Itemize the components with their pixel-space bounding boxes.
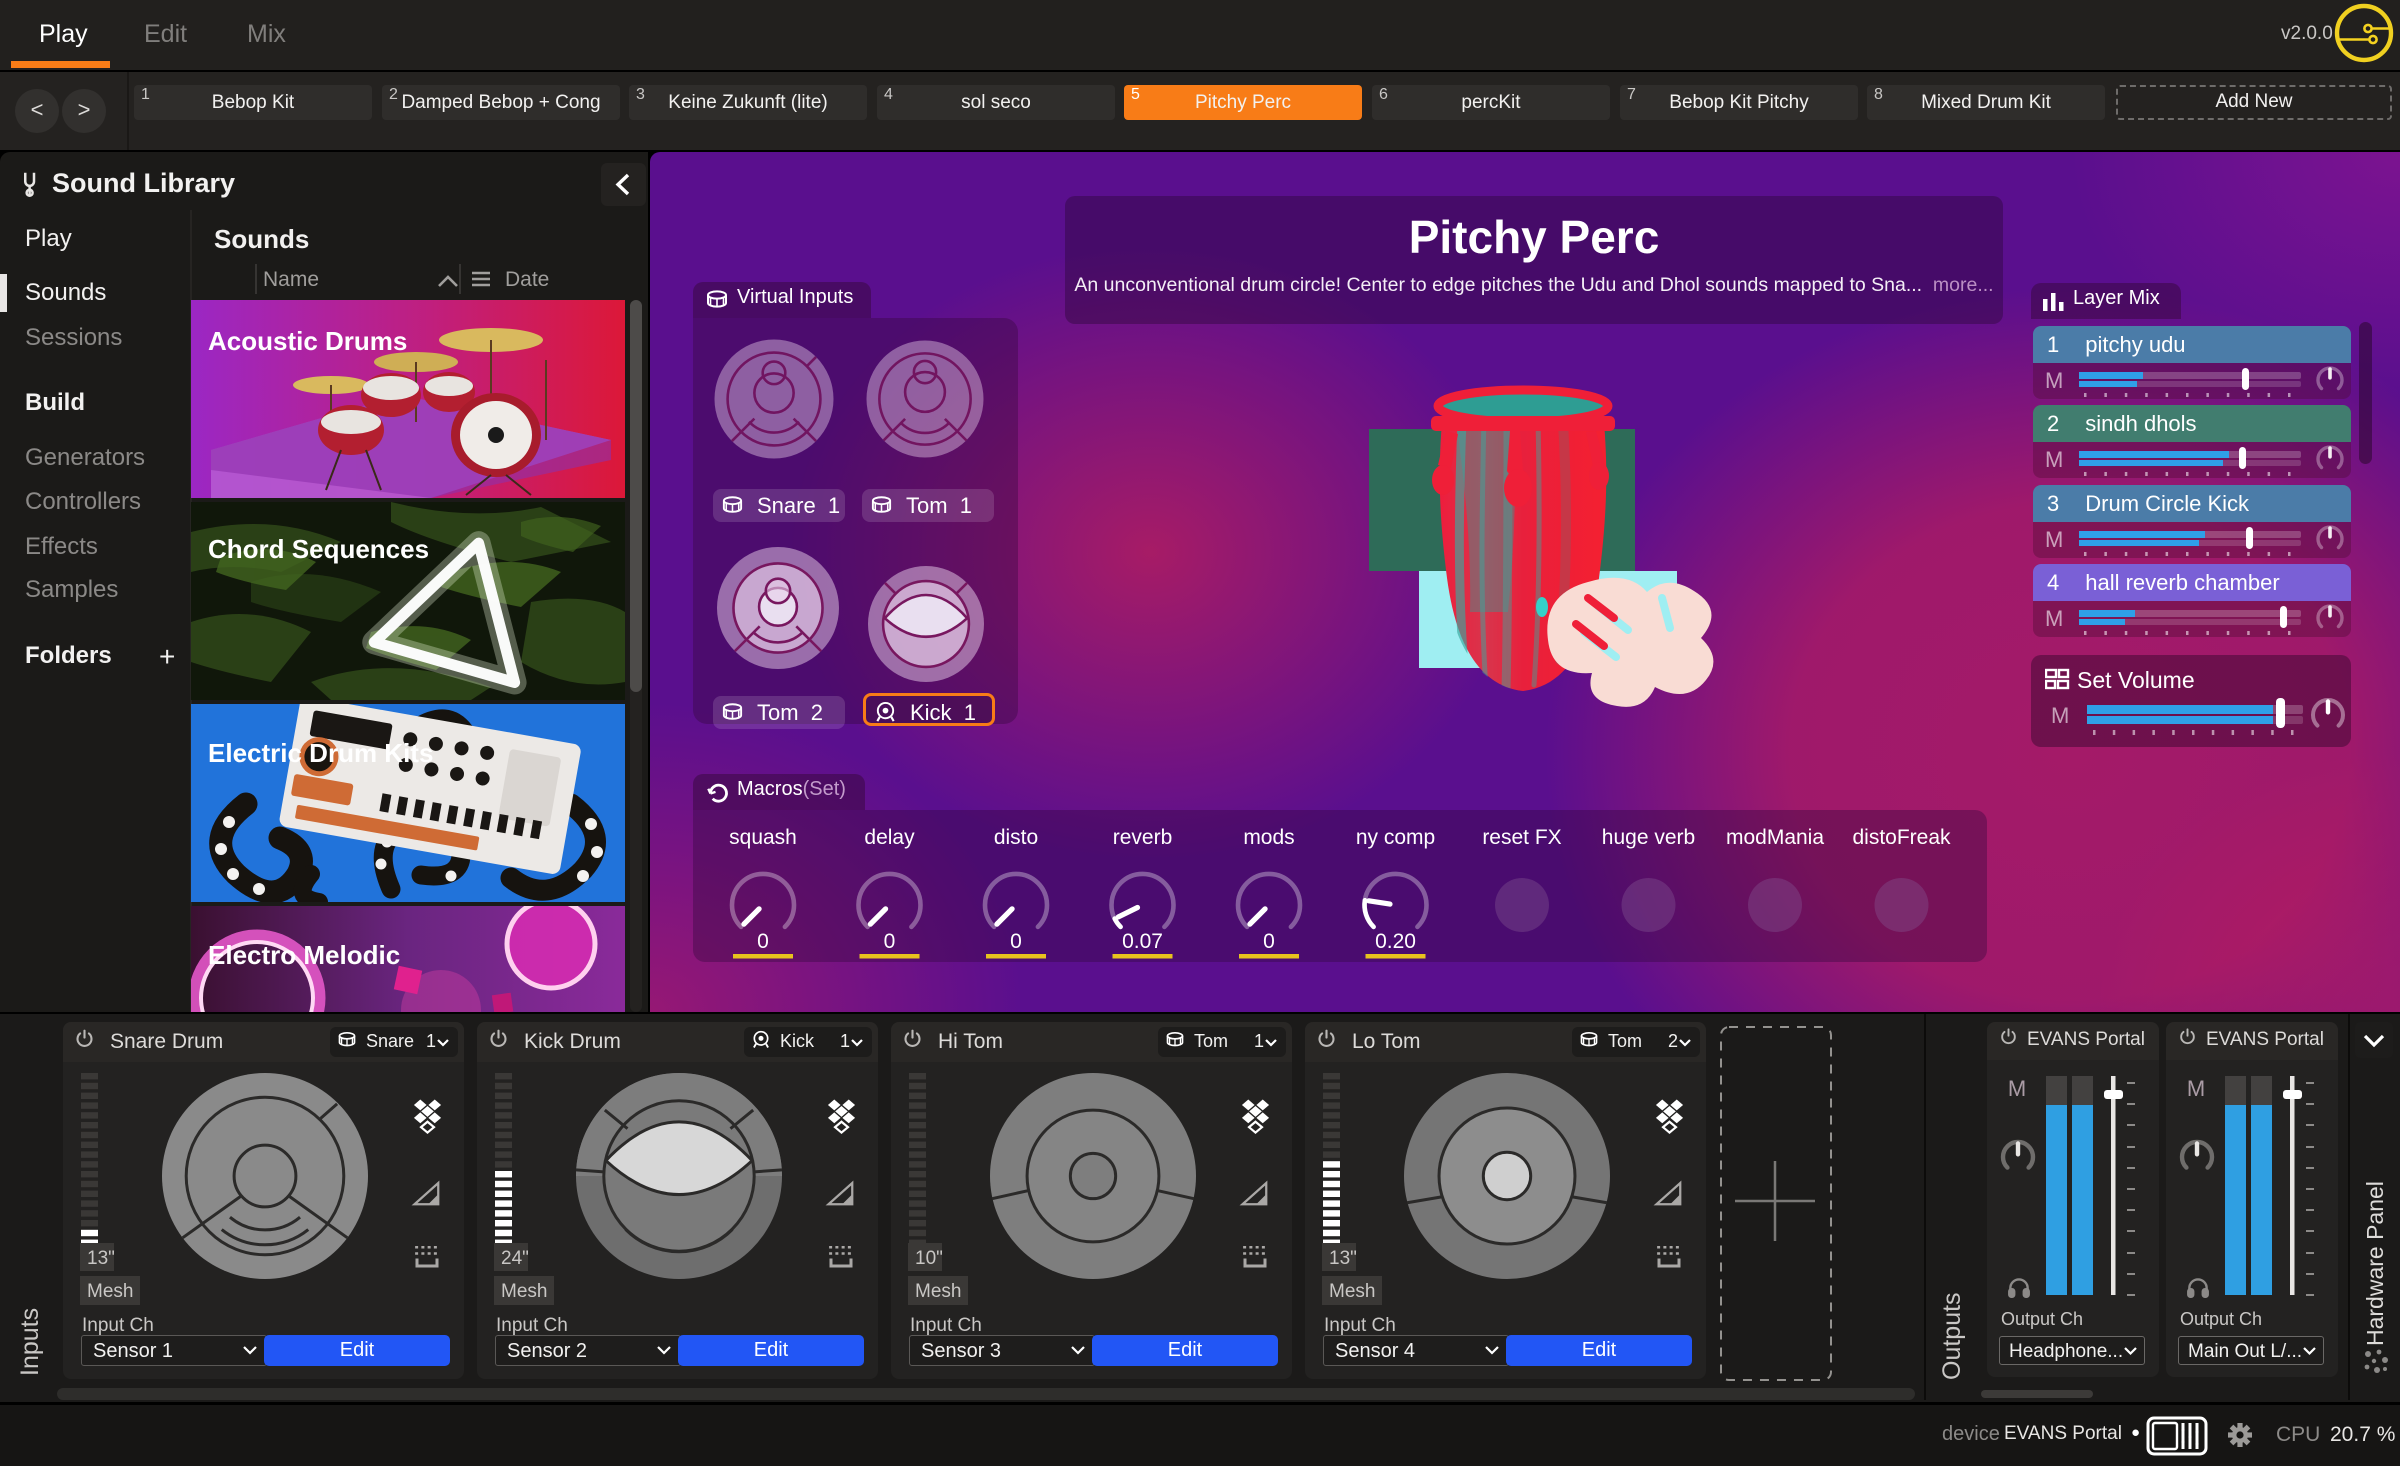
svg-text:0.07: 0.07 (1122, 930, 1163, 953)
svg-text:Tom: Tom (1608, 1031, 1642, 1051)
svg-text:Input Ch: Input Ch (82, 1315, 154, 1336)
svg-text:13": 13" (1329, 1248, 1357, 1269)
svg-text:squash: squash (729, 826, 797, 849)
svg-text:0: 0 (1263, 930, 1275, 953)
svg-text:24": 24" (501, 1248, 529, 1269)
svg-text:1: 1 (426, 1031, 436, 1051)
svg-text:Input Ch: Input Ch (496, 1315, 568, 1336)
svg-text:mods: mods (1243, 826, 1294, 849)
svg-text:2: 2 (1668, 1031, 1678, 1051)
svg-text:Mesh: Mesh (87, 1281, 133, 1302)
svg-text:Kick: Kick (780, 1031, 815, 1051)
svg-text:0.20: 0.20 (1375, 930, 1416, 953)
svg-text:modMania: modMania (1726, 826, 1824, 849)
svg-text:Tom: Tom (1194, 1031, 1228, 1051)
svg-text:1: 1 (1254, 1031, 1264, 1051)
svg-text:delay: delay (864, 826, 915, 849)
svg-text:0: 0 (1010, 930, 1022, 953)
svg-text:10": 10" (915, 1248, 943, 1269)
svg-text:huge verb: huge verb (1602, 826, 1695, 849)
svg-text:Mesh: Mesh (1329, 1281, 1375, 1302)
svg-text:disto: disto (994, 826, 1038, 849)
svg-text:reverb: reverb (1113, 826, 1173, 849)
svg-text:Input Ch: Input Ch (910, 1315, 982, 1336)
svg-text:reset FX: reset FX (1482, 826, 1561, 849)
svg-text:distoFreak: distoFreak (1852, 826, 1951, 849)
svg-text:Input Ch: Input Ch (1324, 1315, 1396, 1336)
svg-text:0: 0 (884, 930, 896, 953)
svg-text:Mesh: Mesh (915, 1281, 961, 1302)
svg-text:ny comp: ny comp (1356, 826, 1435, 849)
svg-text:0: 0 (757, 930, 769, 953)
svg-text:13": 13" (87, 1248, 115, 1269)
svg-text:Mesh: Mesh (501, 1281, 547, 1302)
svg-text:1: 1 (840, 1031, 850, 1051)
svg-text:M: M (2187, 1076, 2205, 1101)
svg-text:M: M (2008, 1076, 2026, 1101)
svg-text:Snare: Snare (366, 1031, 414, 1051)
